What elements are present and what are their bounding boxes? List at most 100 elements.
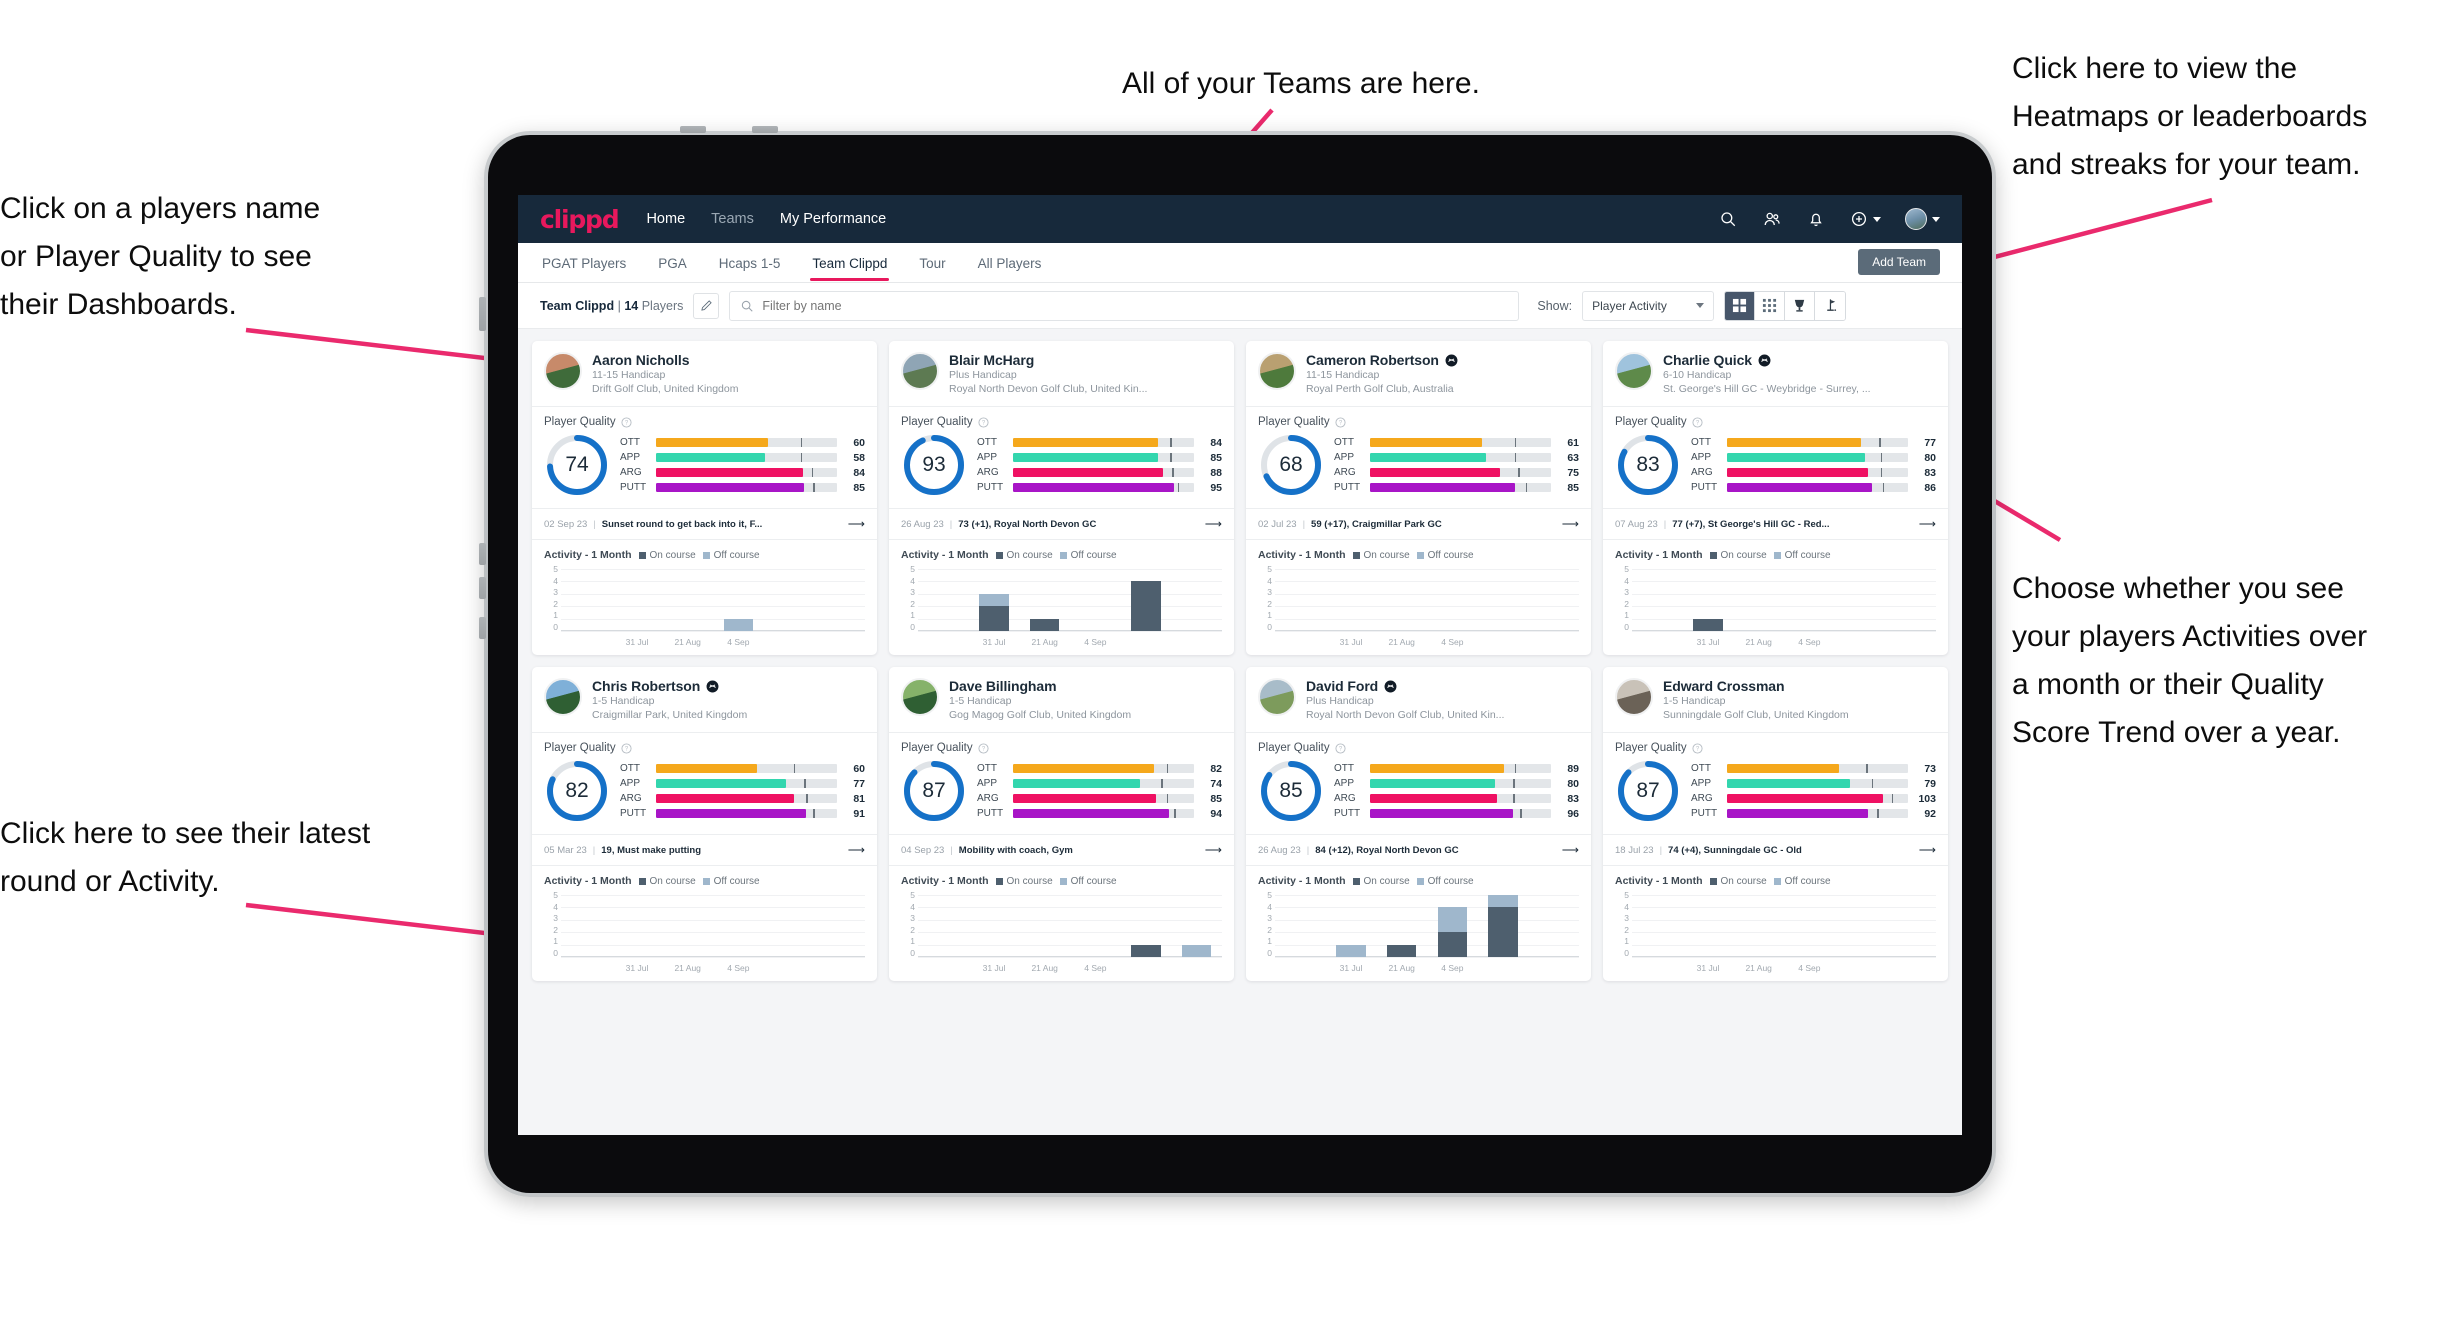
- player-quality-label[interactable]: Player Quality: [544, 742, 616, 754]
- help-icon[interactable]: ?: [978, 742, 989, 754]
- player-avatar[interactable]: [1258, 678, 1296, 716]
- player-name-row[interactable]: Blair McHarg: [949, 352, 1222, 368]
- latest-round-row[interactable]: 07 Aug 23 | 77 (+7), St George's Hill GC -…: [1603, 508, 1948, 540]
- player-avatar[interactable]: [1615, 352, 1653, 390]
- tab-tour[interactable]: Tour: [917, 245, 947, 281]
- player-quality-label[interactable]: Player Quality: [901, 416, 973, 428]
- people-icon[interactable]: [1762, 209, 1782, 229]
- player-name[interactable]: Chris Robertson: [592, 678, 700, 694]
- latest-round-row[interactable]: 26 Aug 23 | 84 (+12), Royal North Devon GC…: [1246, 834, 1591, 866]
- edit-team-pencil-icon[interactable]: [693, 292, 720, 319]
- tab-all-players[interactable]: All Players: [976, 245, 1044, 281]
- arrow-right-icon[interactable]: ⟶: [1919, 843, 1936, 857]
- search-icon[interactable]: [1718, 209, 1738, 229]
- latest-round-row[interactable]: 26 Aug 23 | 73 (+1), Royal North Devon GC ⟶: [889, 508, 1234, 540]
- player-name-row[interactable]: Cameron Robertson: [1306, 352, 1579, 368]
- quality-score-donut[interactable]: 68: [1258, 432, 1324, 498]
- plus-circle-icon[interactable]: [1850, 209, 1881, 229]
- nav-link-teams[interactable]: Teams: [711, 211, 754, 227]
- help-icon[interactable]: ?: [978, 416, 989, 428]
- latest-round-row[interactable]: 04 Sep 23 | Mobility with coach, Gym ⟶: [889, 834, 1234, 866]
- search-field-wrapper[interactable]: [729, 290, 1520, 321]
- help-icon[interactable]: ?: [621, 742, 632, 754]
- chart-bar-slot: [1632, 569, 1683, 631]
- player-card[interactable]: Edward Crossman 1-5 Handicap Sunningdale G…: [1603, 667, 1948, 981]
- quality-score-donut[interactable]: 87: [1615, 758, 1681, 824]
- quality-score-donut[interactable]: 87: [901, 758, 967, 824]
- player-name[interactable]: Aaron Nicholls: [592, 352, 690, 368]
- player-card[interactable]: Charlie Quick 6-10 Handicap St. George's H…: [1603, 341, 1948, 655]
- player-quality-label[interactable]: Player Quality: [1615, 416, 1687, 428]
- help-icon[interactable]: ?: [621, 416, 632, 428]
- player-avatar[interactable]: [544, 678, 582, 716]
- player-card[interactable]: Chris Robertson 1-5 Handicap Craigmillar P…: [532, 667, 877, 981]
- latest-round-row[interactable]: 05 Mar 23 | 19, Must make putting ⟶: [532, 834, 877, 866]
- quality-score-donut[interactable]: 82: [544, 758, 610, 824]
- player-quality-label[interactable]: Player Quality: [1258, 742, 1330, 754]
- arrow-right-icon[interactable]: ⟶: [1205, 843, 1222, 857]
- arrow-right-icon[interactable]: ⟶: [848, 843, 865, 857]
- quality-score-donut[interactable]: 74: [544, 432, 610, 498]
- show-select-dropdown[interactable]: Player Activity: [1582, 290, 1715, 321]
- trophy-icon[interactable]: [1785, 291, 1816, 320]
- player-card[interactable]: Blair McHarg Plus Handicap Royal North Dev…: [889, 341, 1234, 655]
- tab-hcaps-1-5[interactable]: Hcaps 1-5: [717, 245, 783, 281]
- arrow-right-icon[interactable]: ⟶: [1562, 517, 1579, 531]
- player-quality-label[interactable]: Player Quality: [901, 742, 973, 754]
- player-name-row[interactable]: Dave Billingham: [949, 678, 1222, 694]
- player-avatar[interactable]: [901, 678, 939, 716]
- help-icon[interactable]: ?: [1692, 742, 1703, 754]
- player-avatar[interactable]: [1258, 352, 1296, 390]
- quality-score-donut[interactable]: 83: [1615, 432, 1681, 498]
- player-name-row[interactable]: Charlie Quick: [1663, 352, 1936, 368]
- nav-link-my-performance[interactable]: My Performance: [780, 211, 886, 227]
- player-quality-label[interactable]: Player Quality: [1615, 742, 1687, 754]
- arrow-right-icon[interactable]: ⟶: [848, 517, 865, 531]
- player-card[interactable]: Cameron Robertson 11-15 Handicap Royal Per…: [1246, 341, 1591, 655]
- player-name-row[interactable]: Chris Robertson: [592, 678, 865, 694]
- arrow-right-icon[interactable]: ⟶: [1205, 517, 1222, 531]
- help-icon[interactable]: ?: [1692, 416, 1703, 428]
- nav-link-home[interactable]: Home: [646, 211, 685, 227]
- help-icon[interactable]: ?: [1335, 416, 1346, 428]
- arrow-right-icon[interactable]: ⟶: [1562, 843, 1579, 857]
- bell-icon[interactable]: [1806, 209, 1826, 229]
- quality-score-donut[interactable]: 93: [901, 432, 967, 498]
- latest-round-row[interactable]: 02 Jul 23 | 59 (+17), Craigmillar Park GC ⟶: [1246, 508, 1591, 540]
- player-name-row[interactable]: Edward Crossman: [1663, 678, 1936, 694]
- player-card[interactable]: David Ford Plus Handicap Royal North Devon…: [1246, 667, 1591, 981]
- latest-round-row[interactable]: 18 Jul 23 | 74 (+4), Sunningdale GC - Old ⟶: [1603, 834, 1948, 866]
- add-team-button[interactable]: Add Team: [1858, 249, 1940, 275]
- player-name[interactable]: Dave Billingham: [949, 678, 1057, 694]
- tab-pga[interactable]: PGA: [656, 245, 689, 281]
- player-name-row[interactable]: Aaron Nicholls: [592, 352, 865, 368]
- quality-score-donut[interactable]: 85: [1258, 758, 1324, 824]
- player-quality-label[interactable]: Player Quality: [1258, 416, 1330, 428]
- grid-small-icon[interactable]: [1755, 291, 1786, 320]
- player-card[interactable]: Dave Billingham 1-5 Handicap Gog Magog Gol…: [889, 667, 1234, 981]
- avatar[interactable]: [1905, 208, 1940, 230]
- player-avatar[interactable]: [1615, 678, 1653, 716]
- help-icon[interactable]: ?: [1335, 742, 1346, 754]
- search-input[interactable]: [762, 298, 1509, 313]
- y-axis-tick: 4: [910, 901, 915, 912]
- player-avatar[interactable]: [544, 352, 582, 390]
- player-quality-label[interactable]: Player Quality: [544, 416, 616, 428]
- player-name[interactable]: Edward Crossman: [1663, 678, 1785, 694]
- grid-large-icon[interactable]: [1725, 291, 1756, 320]
- player-name[interactable]: Charlie Quick: [1663, 352, 1752, 368]
- player-avatar[interactable]: [901, 352, 939, 390]
- player-name[interactable]: Cameron Robertson: [1306, 352, 1439, 368]
- player-name-row[interactable]: David Ford: [1306, 678, 1579, 694]
- flag-icon[interactable]: [1815, 291, 1846, 320]
- player-name[interactable]: David Ford: [1306, 678, 1378, 694]
- legend-swatch: [1773, 551, 1781, 559]
- tab-team-clippd[interactable]: Team Clippd: [810, 245, 890, 281]
- latest-round-row[interactable]: 02 Sep 23 | Sunset round to get back into …: [532, 508, 877, 540]
- arrow-right-icon[interactable]: ⟶: [1919, 517, 1936, 531]
- clippd-logo[interactable]: clippd: [540, 205, 620, 234]
- player-name[interactable]: Blair McHarg: [949, 352, 1034, 368]
- player-card[interactable]: Aaron Nicholls 11-15 Handicap Drift Golf C…: [532, 341, 877, 655]
- tab-pgat-players[interactable]: PGAT Players: [540, 245, 628, 281]
- chart-bar: [979, 593, 1009, 631]
